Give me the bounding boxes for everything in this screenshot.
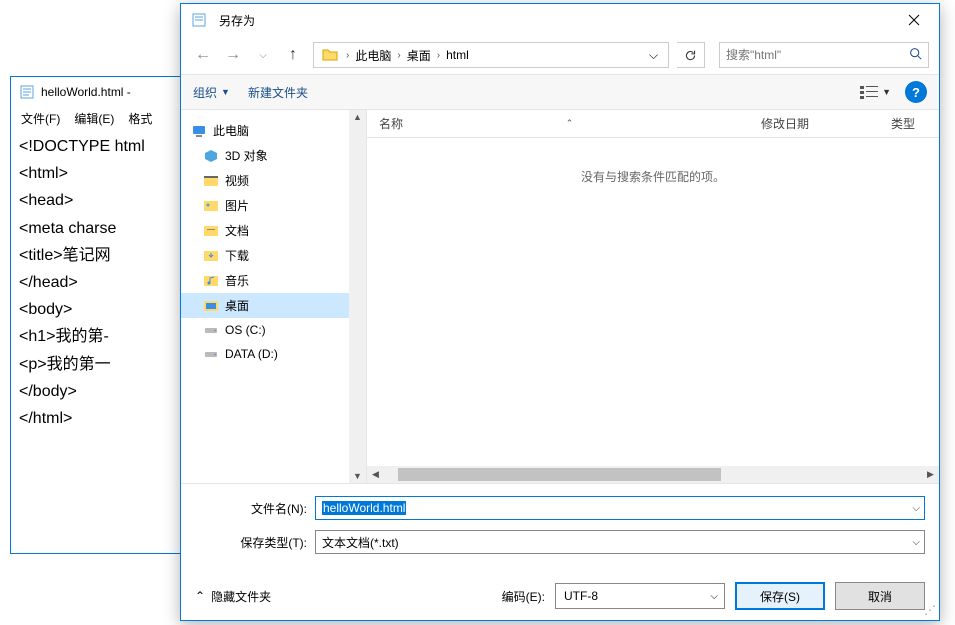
filetype-select[interactable]: 文本文档(*.txt) ⌵ (315, 530, 925, 554)
file-list-pane[interactable]: 名称⌃ 修改日期 类型 没有与搜索条件匹配的项。 ◀ ▶ (367, 110, 939, 483)
desktop-icon (203, 298, 219, 314)
breadcrumb[interactable]: › 此电脑 › 桌面 › html ⌵ (313, 42, 669, 68)
tree-item-documents[interactable]: 文档 (181, 218, 366, 243)
breadcrumb-item[interactable]: 此电脑 (353, 47, 393, 64)
scroll-right-icon[interactable]: ▶ (922, 469, 939, 480)
chevron-up-icon: ⌃ (195, 589, 205, 603)
menu-file[interactable]: 文件(F) (15, 108, 66, 129)
tree-item-downloads[interactable]: 下载 (181, 243, 366, 268)
scroll-down-icon[interactable]: ▼ (353, 469, 362, 483)
hide-folders-toggle[interactable]: ⌃ 隐藏文件夹 (195, 588, 271, 605)
toolbar: 组织 ▼ 新建文件夹 ▼ ? (181, 74, 939, 110)
notepad-icon (19, 84, 35, 100)
sort-indicator-icon: ⌃ (566, 118, 574, 129)
tree-item-music[interactable]: 音乐 (181, 268, 366, 293)
breadcrumb-item[interactable]: 桌面 (405, 47, 433, 64)
filetype-value: 文本文档(*.txt) (322, 534, 399, 551)
computer-icon (191, 123, 207, 139)
video-icon (203, 173, 219, 189)
tree-item-drive-c[interactable]: OS (C:) (181, 318, 366, 342)
filetype-dropdown[interactable]: ⌵ (912, 537, 920, 548)
downloads-icon (203, 248, 219, 264)
scroll-up-icon[interactable]: ▲ (353, 110, 362, 124)
filetype-label: 保存类型(T): (195, 534, 315, 551)
filename-input[interactable]: helloWorld.html ⌵ (315, 496, 925, 520)
filename-dropdown[interactable]: ⌵ (912, 503, 920, 514)
search-icon[interactable] (909, 47, 922, 63)
menu-format[interactable]: 格式 (122, 108, 158, 129)
column-type[interactable]: 类型 (879, 110, 939, 137)
encoding-select[interactable]: UTF-8 ⌵ (555, 583, 725, 609)
documents-icon (203, 223, 219, 239)
tree-scrollbar[interactable]: ▲▼ (349, 110, 366, 483)
chevron-right-icon: › (397, 50, 400, 61)
nav-back[interactable]: ← (191, 43, 215, 67)
column-name[interactable]: 名称⌃ (367, 110, 749, 137)
new-folder-button[interactable]: 新建文件夹 (248, 84, 308, 101)
chevron-down-icon: ▼ (882, 87, 891, 97)
chevron-right-icon: › (346, 50, 349, 61)
tree-item-pictures[interactable]: 图片 (181, 193, 366, 218)
nav-forward[interactable]: → (221, 43, 245, 67)
dialog-title: 另存为 (219, 12, 255, 29)
cancel-button[interactable]: 取消 (835, 582, 925, 610)
empty-message: 没有与搜索条件匹配的项。 (581, 168, 725, 185)
refresh-button[interactable] (677, 42, 705, 68)
3d-icon (203, 148, 219, 164)
view-options-button[interactable]: ▼ (860, 85, 891, 99)
chevron-down-icon: ▼ (221, 87, 230, 97)
tree-root-this-pc[interactable]: 此电脑 (181, 118, 366, 143)
help-button[interactable]: ? (905, 81, 927, 103)
encoding-dropdown[interactable]: ⌵ (710, 591, 718, 602)
filename-label: 文件名(N): (195, 500, 315, 517)
breadcrumb-item[interactable]: html (444, 48, 471, 62)
folder-icon (322, 47, 338, 63)
tree-item-3d-objects[interactable]: 3D 对象 (181, 143, 366, 168)
tree-pane[interactable]: 此电脑 3D 对象 视频 图片 文档 下载 音乐 桌面 OS (C:) DATA… (181, 110, 367, 483)
pictures-icon (203, 198, 219, 214)
save-button[interactable]: 保存(S) (735, 582, 825, 610)
refresh-icon (684, 49, 697, 62)
tree-item-drive-d[interactable]: DATA (D:) (181, 342, 366, 366)
scroll-left-icon[interactable]: ◀ (367, 469, 384, 480)
nav-row: ← → ⌵ ↑ › 此电脑 › 桌面 › html ⌵ (181, 36, 939, 74)
close-button[interactable] (891, 5, 937, 35)
bottom-area: 文件名(N): helloWorld.html ⌵ 保存类型(T): 文本文档(… (181, 483, 939, 620)
tree-item-desktop[interactable]: 桌面 (181, 293, 366, 318)
view-icon (860, 85, 878, 99)
resize-grip-icon[interactable]: ⋰ (924, 603, 936, 617)
chevron-right-icon: › (437, 50, 440, 61)
scrollbar-thumb[interactable] (398, 468, 721, 481)
dialog-titlebar[interactable]: 另存为 (181, 4, 939, 36)
drive-icon (203, 322, 219, 338)
filename-value: helloWorld.html (322, 501, 406, 515)
encoding-value: UTF-8 (564, 589, 598, 603)
dialog-icon (191, 12, 207, 28)
notepad-title: helloWorld.html - (41, 85, 131, 99)
music-icon (203, 273, 219, 289)
list-body: 没有与搜索条件匹配的项。 (367, 138, 939, 466)
organize-button[interactable]: 组织 ▼ (193, 84, 230, 101)
nav-up[interactable]: ↑ (281, 43, 305, 67)
horizontal-scrollbar[interactable]: ◀ ▶ (367, 466, 939, 483)
column-date[interactable]: 修改日期 (749, 110, 879, 137)
list-header: 名称⌃ 修改日期 类型 (367, 110, 939, 138)
breadcrumb-dropdown[interactable]: ⌵ (642, 43, 664, 67)
search-box[interactable] (719, 42, 929, 68)
nav-recent-dropdown[interactable]: ⌵ (251, 43, 275, 67)
search-input[interactable] (726, 48, 909, 62)
encoding-label: 编码(E): (502, 588, 545, 605)
close-icon (908, 14, 920, 26)
tree-item-videos[interactable]: 视频 (181, 168, 366, 193)
save-as-dialog: 另存为 ← → ⌵ ↑ › 此电脑 › 桌面 › html ⌵ (180, 3, 940, 621)
drive-icon (203, 346, 219, 362)
menu-edit[interactable]: 编辑(E) (68, 108, 120, 129)
